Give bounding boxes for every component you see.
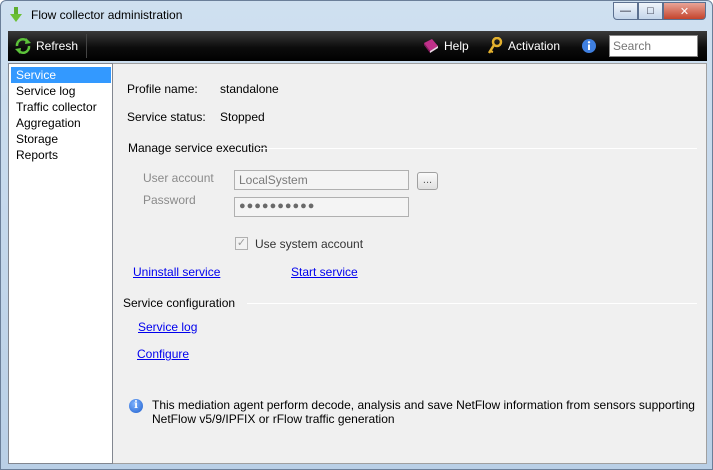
help-book-icon: [422, 37, 440, 55]
manage-group-title: Manage service execution: [128, 141, 268, 155]
maximize-button[interactable]: □: [638, 2, 663, 20]
refresh-icon: [14, 37, 32, 55]
service-status-label: Service status:: [127, 110, 206, 124]
sidebar-item-service-log[interactable]: Service log: [11, 83, 111, 99]
help-label: Help: [444, 39, 469, 53]
info-icon: [580, 37, 598, 55]
window-title: Flow collector administration: [31, 8, 183, 22]
app-arrow-icon: [9, 7, 23, 23]
app-window: Flow collector administration — □ ✕ Refr…: [0, 0, 713, 470]
sidebar-item-storage[interactable]: Storage: [11, 131, 111, 147]
sidebar-item-aggregation[interactable]: Aggregation: [11, 115, 111, 131]
refresh-button[interactable]: Refresh: [14, 31, 78, 61]
search-input[interactable]: [609, 35, 698, 57]
toolbar: Refresh Help Activation: [8, 31, 707, 61]
about-button[interactable]: [580, 31, 602, 61]
activation-button[interactable]: Activation: [486, 31, 560, 61]
use-system-account-checkbox[interactable]: ✓: [235, 237, 248, 250]
browse-account-button[interactable]: ...: [417, 172, 438, 190]
info-description: This mediation agent perform decode, ana…: [152, 398, 695, 426]
info-icon: i: [129, 399, 143, 413]
uninstall-service-link[interactable]: Uninstall service: [133, 265, 220, 279]
window-controls: — □ ✕: [613, 2, 706, 20]
config-group-title: Service configuration: [123, 296, 236, 310]
help-button[interactable]: Help: [422, 31, 469, 61]
manage-group-divider: [259, 148, 697, 149]
refresh-label: Refresh: [36, 39, 79, 53]
start-service-link[interactable]: Start service: [291, 265, 358, 279]
config-group-divider: [247, 303, 697, 304]
key-icon: [486, 36, 504, 55]
user-account-label: User account: [143, 171, 214, 185]
toolbar-separator: [86, 34, 87, 58]
profile-name-label: Profile name:: [127, 82, 198, 96]
password-label: Password: [143, 193, 196, 207]
sidebar-item-reports[interactable]: Reports: [11, 147, 111, 163]
minimize-button[interactable]: —: [613, 2, 638, 20]
title-bar[interactable]: Flow collector administration — □ ✕: [1, 1, 712, 29]
user-account-field[interactable]: [234, 170, 409, 190]
configure-link[interactable]: Configure: [137, 347, 189, 361]
sidebar-item-traffic-collector[interactable]: Traffic collector: [11, 99, 111, 115]
close-button[interactable]: ✕: [663, 2, 706, 20]
activation-label: Activation: [508, 39, 561, 53]
sidebar-nav: Service Service log Traffic collector Ag…: [8, 63, 113, 464]
service-panel: Profile name: standalone Service status:…: [113, 63, 707, 464]
use-system-account-label: Use system account: [255, 237, 364, 251]
service-log-link[interactable]: Service log: [138, 320, 197, 334]
profile-name-value: standalone: [220, 82, 279, 96]
password-field[interactable]: ●●●●●●●●●●: [234, 197, 409, 217]
service-status-value: Stopped: [220, 110, 265, 124]
sidebar-item-service[interactable]: Service: [11, 67, 111, 83]
